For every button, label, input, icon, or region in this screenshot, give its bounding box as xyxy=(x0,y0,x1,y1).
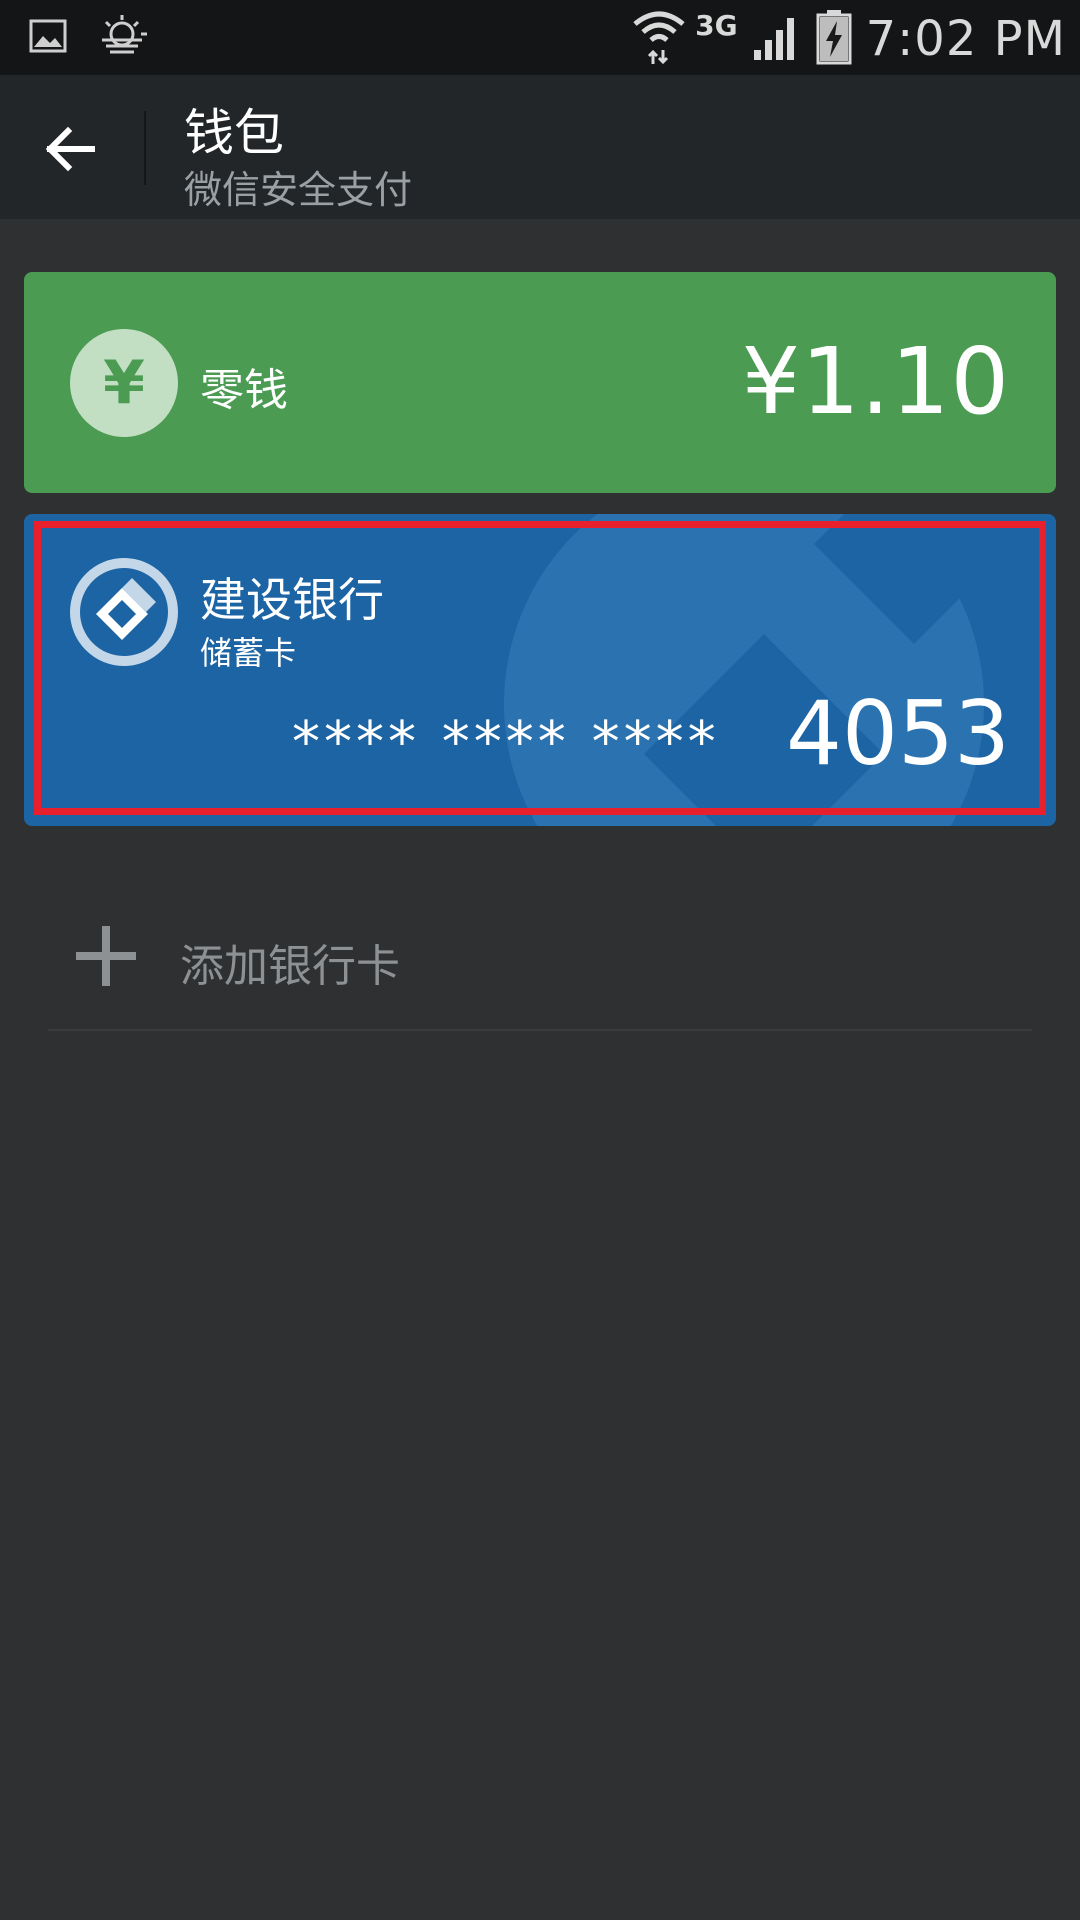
status-bar-system: 3G 7:02 PM xyxy=(631,4,1066,74)
card-type: 储蓄卡 xyxy=(200,634,297,672)
back-button[interactable] xyxy=(40,119,100,179)
change-label: 零钱 xyxy=(200,365,288,416)
status-bar: 3G 7:02 PM xyxy=(0,0,1080,75)
battery-charging-icon xyxy=(816,9,852,69)
ccb-logo-icon xyxy=(70,558,178,666)
bank-card[interactable]: 建设银行 储蓄卡 **** **** **** 4053 xyxy=(24,514,1056,826)
card-number-mask: **** **** **** xyxy=(292,710,720,775)
gallery-icon xyxy=(28,16,68,60)
add-bank-card-label: 添加银行卡 xyxy=(180,941,400,992)
change-amount: ¥1.10 xyxy=(741,328,1010,435)
action-bar: 钱包 微信安全支付 xyxy=(0,75,1080,219)
plus-icon xyxy=(76,926,136,986)
clock: 7:02 PM xyxy=(865,11,1066,67)
wifi-icon xyxy=(631,8,687,70)
header-divider xyxy=(144,111,146,185)
change-balance-card[interactable]: ¥ 零钱 ¥1.10 xyxy=(24,272,1056,493)
weather-icon xyxy=(98,14,150,62)
card-last-digits: 4053 xyxy=(786,682,1010,785)
list-divider xyxy=(48,1029,1032,1031)
yuan-icon: ¥ xyxy=(70,329,178,437)
bank-name: 建设银行 xyxy=(200,573,384,627)
page-title: 钱包 xyxy=(184,104,284,162)
network-type: 3G xyxy=(695,8,738,42)
back-arrow-icon xyxy=(45,126,95,172)
add-bank-card-button[interactable]: 添加银行卡 xyxy=(48,900,1032,1028)
signal-icon xyxy=(752,12,802,66)
page-subtitle: 微信安全支付 xyxy=(184,168,413,212)
status-bar-notifications xyxy=(28,14,150,62)
